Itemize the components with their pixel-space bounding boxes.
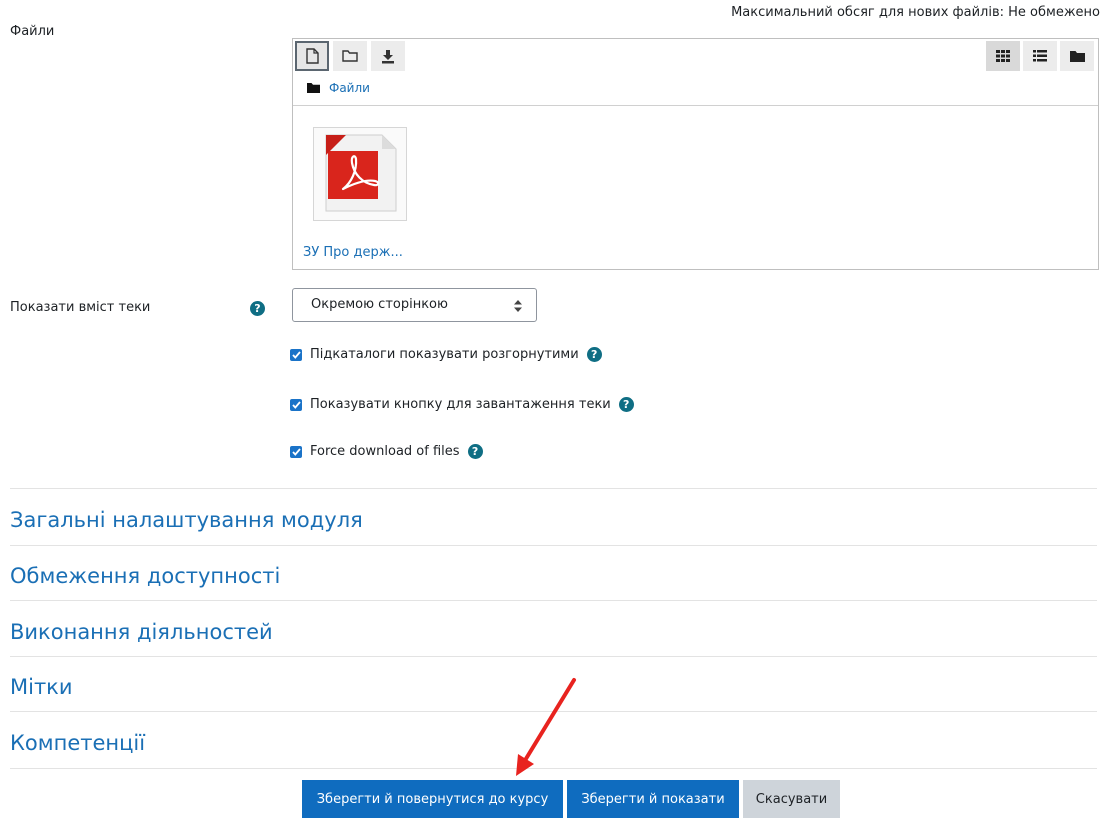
fm-view-switcher (986, 41, 1094, 71)
folder-icon (307, 83, 320, 93)
section-divider (10, 656, 1097, 657)
section-activity-completion[interactable]: Виконання діяльностей (10, 620, 273, 644)
checkbox-label: Force download of files (310, 444, 460, 459)
add-file-button[interactable] (295, 41, 329, 71)
file-name-link[interactable]: ЗУ Про держ... (303, 245, 403, 260)
create-folder-button[interactable] (333, 41, 367, 71)
checkbox[interactable] (290, 445, 302, 458)
checkmark-icon (291, 447, 301, 456)
fm-breadcrumb: Файли (307, 81, 370, 95)
display-label: Показати вміст теки (10, 300, 151, 315)
view-icons-button[interactable] (986, 41, 1020, 71)
download-icon (382, 49, 394, 63)
checkbox-label: Підкаталоги показувати розгорнутими (310, 347, 579, 362)
section-divider (10, 545, 1097, 546)
fm-toolbar (295, 41, 405, 71)
file-manager: Файли ЗУ Про держ... (292, 38, 1099, 270)
checkmark-icon (291, 350, 301, 359)
section-divider (10, 600, 1097, 601)
list-icon (1033, 50, 1047, 62)
checkbox-row-download-folder[interactable]: Показувати кнопку для завантаження теки … (290, 397, 634, 412)
view-tree-button[interactable] (1060, 41, 1094, 71)
max-size-text: Максимальний обсяг для нових файлів: Не … (731, 5, 1100, 20)
section-module-settings[interactable]: Загальні налаштування модуля (10, 508, 363, 532)
view-list-button[interactable] (1023, 41, 1057, 71)
file-icon (306, 48, 319, 64)
display-select-value: Окремою сторінкою (311, 297, 448, 312)
section-restrict-access[interactable]: Обмеження доступності (10, 564, 280, 588)
grid-icon (996, 50, 1010, 62)
display-select[interactable]: Окремою сторінкою (292, 288, 537, 322)
select-arrows-icon (514, 300, 522, 312)
file-thumbnail[interactable] (313, 127, 407, 221)
annotation-arrow-icon (516, 678, 576, 776)
checkmark-icon (291, 400, 301, 409)
checkbox[interactable] (290, 398, 302, 411)
fm-header-divider (293, 105, 1098, 106)
folder-outline-icon (342, 50, 358, 62)
help-icon[interactable]: ? (618, 397, 634, 412)
section-competencies[interactable]: Компетенції (10, 731, 145, 755)
checkbox-row-force-download[interactable]: Force download of files ? (290, 444, 483, 459)
help-icon[interactable]: ? (467, 444, 483, 459)
pdf-icon (325, 134, 397, 212)
section-tags[interactable]: Мітки (10, 675, 73, 699)
cancel-button[interactable]: Скасувати (743, 780, 840, 818)
breadcrumb-files-link[interactable]: Файли (329, 81, 370, 95)
checkbox-row-subfolders[interactable]: Підкаталоги показувати розгорнутими ? (290, 347, 602, 362)
help-icon[interactable]: ? (586, 347, 602, 362)
folder-icon (1069, 51, 1085, 62)
checkbox[interactable] (290, 348, 302, 361)
section-divider (10, 488, 1097, 489)
save-return-button[interactable]: Зберегти й повернутися до курсу (302, 780, 563, 818)
help-icon[interactable]: ? (250, 301, 265, 316)
files-label: Файли (10, 24, 55, 39)
checkbox-label: Показувати кнопку для завантаження теки (310, 397, 611, 412)
save-display-button[interactable]: Зберегти й показати (567, 780, 739, 818)
download-all-button[interactable] (371, 41, 405, 71)
